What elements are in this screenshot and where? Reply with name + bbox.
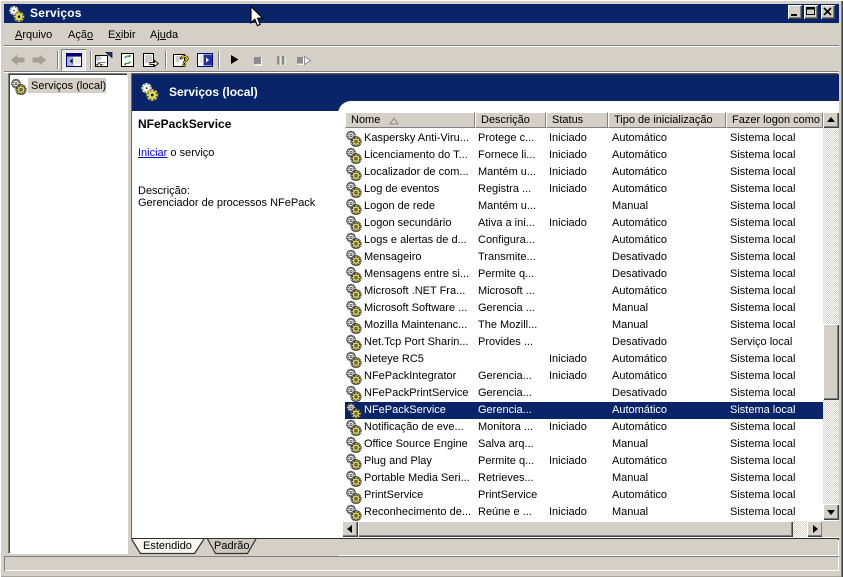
svg-text:?: ? bbox=[180, 54, 190, 69]
